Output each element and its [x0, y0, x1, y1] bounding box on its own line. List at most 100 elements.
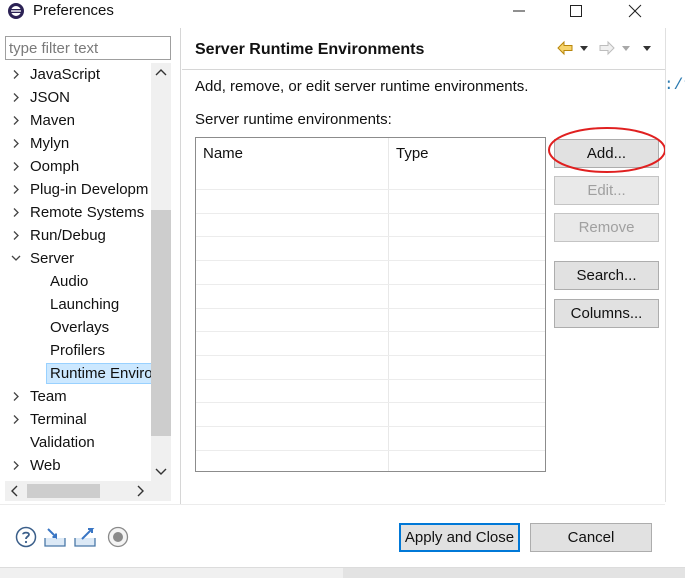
dialog-edge [665, 28, 666, 502]
chevron-right-icon[interactable] [9, 109, 23, 132]
maximize-button[interactable] [553, 0, 599, 22]
tree-item-label: Maven [30, 112, 76, 129]
chevron-right-icon[interactable] [9, 155, 23, 178]
search-button[interactable]: Search... [554, 261, 659, 290]
tree-item-label: Launching [50, 296, 120, 313]
export-icon[interactable] [73, 525, 97, 549]
chevron-right-icon[interactable] [9, 408, 23, 431]
add-button[interactable]: Add... [554, 139, 659, 168]
tree-item[interactable]: Overlays [5, 316, 151, 339]
back-arrow-icon[interactable] [556, 38, 574, 58]
table-row-divider [196, 236, 545, 238]
tree-item-label: Terminal [30, 411, 87, 428]
maximize-icon [570, 5, 582, 17]
columns-button[interactable]: Columns... [554, 299, 659, 328]
tree-item-label: Runtime Enviro [46, 363, 151, 384]
minimize-button[interactable] [496, 0, 542, 22]
table-row-divider [196, 212, 545, 214]
tree-item-label: Team [30, 388, 67, 405]
back-menu-chevron-down-icon[interactable] [578, 38, 590, 58]
view-menu-chevron-down-icon[interactable] [641, 38, 653, 58]
record-icon[interactable] [106, 525, 130, 549]
tree-item[interactable]: Server [5, 247, 151, 270]
tree-horizontal-scroll-thumb[interactable] [27, 484, 100, 498]
table-row-divider [196, 426, 545, 427]
table-row-divider [196, 283, 545, 285]
background-editor-text: :/t [664, 76, 685, 94]
tree-item-label: Run/Debug [30, 227, 106, 244]
chevron-right-icon[interactable] [9, 132, 23, 155]
tree-item[interactable]: Remote Systems [5, 201, 151, 224]
scroll-down-arrow-icon[interactable] [151, 461, 171, 481]
tree-item-label: Plug-in Developm [30, 181, 149, 198]
page-description: Add, remove, or edit server runtime envi… [195, 78, 529, 95]
tree-item[interactable]: Launching [5, 293, 151, 316]
window-title: Preferences [33, 2, 114, 19]
tree-item[interactable]: Maven [5, 109, 151, 132]
table-row-divider [196, 260, 545, 262]
chevron-down-icon[interactable] [9, 247, 23, 270]
cancel-button[interactable]: Cancel [530, 523, 652, 552]
pane-sash[interactable] [180, 28, 181, 504]
tree-item-label: Oomph [30, 158, 80, 175]
column-header-name[interactable]: Name [196, 138, 388, 169]
tree-item[interactable]: Audio [5, 270, 151, 293]
tree-item[interactable]: Run/Debug [5, 224, 151, 247]
close-button[interactable] [612, 0, 658, 22]
filter-input[interactable] [5, 36, 171, 60]
background-window-edge [343, 568, 685, 578]
tree-item-label: Audio [50, 273, 89, 290]
chevron-right-icon[interactable] [9, 178, 23, 201]
tree-item-label: JavaScript [30, 66, 101, 83]
help-icon[interactable] [14, 525, 38, 549]
forward-menu-chevron-down-icon [622, 46, 630, 51]
chevron-right-icon[interactable] [9, 385, 23, 408]
tree-item[interactable]: Mylyn [5, 132, 151, 155]
tree-item[interactable]: JSON [5, 86, 151, 109]
tree-item[interactable]: Team [5, 385, 151, 408]
tree-item[interactable]: Runtime Enviro [5, 362, 151, 385]
title-bar: Preferences [0, 0, 685, 24]
tree-item-label: JSON [30, 89, 71, 106]
runtime-table[interactable]: Name Type [195, 137, 546, 472]
apply-and-close-button[interactable]: Apply and Close [399, 523, 520, 552]
chevron-right-icon[interactable] [9, 201, 23, 224]
chevron-right-icon[interactable] [9, 224, 23, 247]
table-row-divider [196, 378, 545, 380]
tree-item-label: Remote Systems [30, 204, 145, 221]
chevron-right-icon[interactable] [9, 454, 23, 477]
tree-item-label: Mylyn [30, 135, 70, 152]
table-row-divider [196, 402, 545, 404]
runtime-list-label: Server runtime environments: [195, 111, 392, 128]
tree-item[interactable]: Plug-in Developm [5, 178, 151, 201]
tree-item[interactable]: Web [5, 454, 151, 477]
tree-item[interactable]: Profilers [5, 339, 151, 362]
chevron-right-icon[interactable] [9, 63, 23, 86]
scroll-left-arrow-icon[interactable] [5, 481, 25, 501]
tree-item-label: Validation [30, 434, 95, 451]
tree-item-label: Overlays [50, 319, 110, 336]
footer-separator [0, 504, 665, 505]
scroll-up-arrow-icon[interactable] [151, 63, 171, 83]
table-row-divider [196, 354, 545, 356]
tree-item[interactable]: Validation [5, 431, 151, 454]
tree-item[interactable]: JavaScript [5, 63, 151, 86]
scroll-right-arrow-icon[interactable] [130, 481, 150, 501]
edit-button[interactable]: Edit... [554, 176, 659, 205]
title-separator [182, 69, 665, 70]
tree-item[interactable]: Terminal [5, 408, 151, 431]
table-row-divider [196, 189, 545, 190]
tree-item-label: Server [30, 250, 75, 267]
preference-tree[interactable]: JavaScript JSON Maven Mylyn Oomph Plug-in Dev… [5, 63, 151, 481]
tree-vertical-scroll-thumb[interactable] [151, 210, 171, 436]
table-row-divider [196, 449, 545, 451]
eclipse-app-icon [8, 3, 24, 19]
forward-arrow-icon [599, 40, 615, 56]
tree-item[interactable]: Oomph [5, 155, 151, 178]
column-header-type[interactable]: Type [389, 138, 545, 169]
tree-item-label: Profilers [50, 342, 106, 359]
import-icon[interactable] [43, 525, 67, 549]
remove-button[interactable]: Remove [554, 213, 659, 242]
chevron-right-icon[interactable] [9, 86, 23, 109]
page-title: Server Runtime Environments [195, 41, 425, 58]
